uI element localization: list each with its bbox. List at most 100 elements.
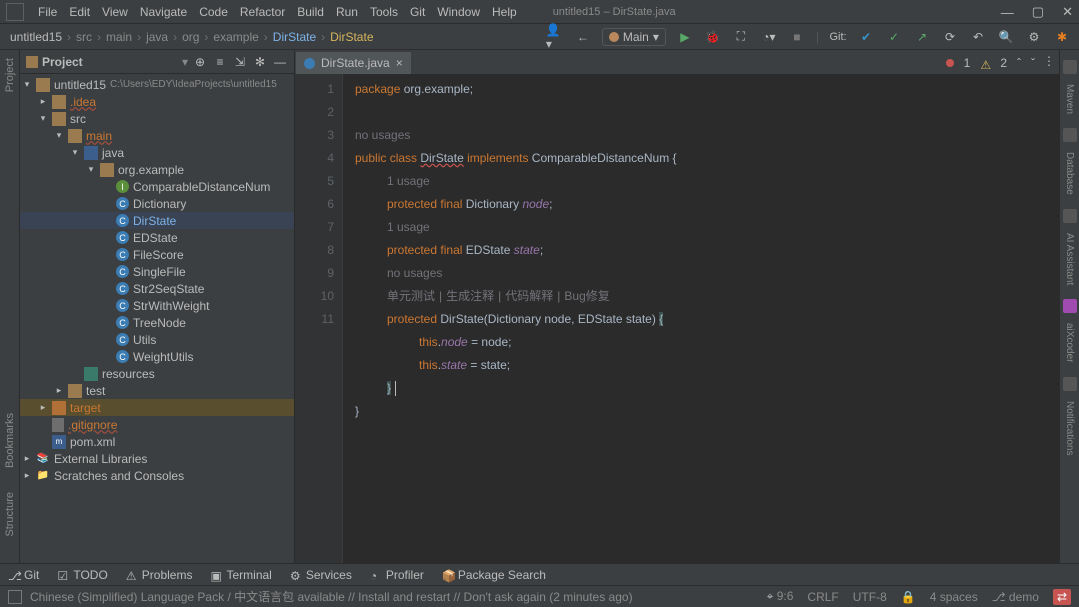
- tree-class[interactable]: CStrWithWeight: [20, 297, 294, 314]
- tree-root[interactable]: ▾untitled15C:\Users\EDY\IdeaProjects\unt…: [20, 76, 294, 93]
- tab-maven[interactable]: Maven: [1064, 80, 1075, 118]
- status-message[interactable]: Chinese (Simplified) Language Pack / 中文语…: [30, 588, 633, 605]
- menu-git[interactable]: Git: [404, 2, 431, 22]
- menu-code[interactable]: Code: [193, 2, 234, 22]
- line-number[interactable]: 6: [295, 193, 334, 216]
- menu-view[interactable]: View: [96, 2, 134, 22]
- crumb-main[interactable]: main: [104, 30, 134, 44]
- status-branch[interactable]: ⎇ demo: [992, 590, 1039, 604]
- tree-idea[interactable]: ▸.idea: [20, 93, 294, 110]
- maven-icon[interactable]: [1063, 60, 1077, 74]
- tree-class[interactable]: IComparableDistanceNum: [20, 178, 294, 195]
- tree-class[interactable]: CSingleFile: [20, 263, 294, 280]
- git-push-icon[interactable]: ↗: [913, 28, 931, 46]
- stop-icon[interactable]: ■: [788, 28, 806, 46]
- menu-refactor[interactable]: Refactor: [234, 2, 291, 22]
- status-encoding[interactable]: UTF-8: [853, 590, 887, 604]
- menu-run[interactable]: Run: [330, 2, 364, 22]
- crumb-java[interactable]: java: [144, 30, 170, 44]
- tree-class[interactable]: CStr2SeqState: [20, 280, 294, 297]
- minimize-icon[interactable]: —: [1001, 5, 1014, 20]
- ai-hint[interactable]: 生成注释: [446, 289, 494, 303]
- tool-profiler[interactable]: ◔Profiler: [370, 568, 424, 582]
- usage-hint[interactable]: no usages: [355, 128, 410, 142]
- tree-resources[interactable]: resources: [20, 365, 294, 382]
- tree-gitignore[interactable]: .gitignore: [20, 416, 294, 433]
- status-position[interactable]: ⌖ 9:6: [767, 589, 794, 604]
- status-readonly-icon[interactable]: 🔒: [901, 590, 916, 604]
- settings-icon[interactable]: ⚙: [1025, 28, 1043, 46]
- tree-main[interactable]: ▾main: [20, 127, 294, 144]
- menu-window[interactable]: Window: [431, 2, 486, 22]
- settings-icon[interactable]: ✻: [252, 54, 268, 70]
- tree-src[interactable]: ▾src: [20, 110, 294, 127]
- collapse-all-icon[interactable]: ⇲: [232, 54, 248, 70]
- tab-aixcoder[interactable]: aiXcoder: [1064, 319, 1075, 366]
- run-config-selector[interactable]: Main ▾: [602, 28, 666, 46]
- crumb-class[interactable]: DirState: [271, 30, 318, 44]
- git-history-icon[interactable]: ⟳: [941, 28, 959, 46]
- tree-class[interactable]: CTreeNode: [20, 314, 294, 331]
- line-number[interactable]: 2: [295, 101, 334, 124]
- status-indent[interactable]: 4 spaces: [930, 590, 978, 604]
- tab-ai-assistant[interactable]: AI Assistant: [1064, 229, 1075, 289]
- project-panel-title[interactable]: Project: [42, 55, 178, 69]
- tree-target[interactable]: ▸target: [20, 399, 294, 416]
- chevron-down-icon[interactable]: ▾: [182, 55, 188, 69]
- search-icon[interactable]: 🔍: [997, 28, 1015, 46]
- menu-file[interactable]: File: [32, 2, 63, 22]
- usage-hint[interactable]: 1 usage: [387, 220, 430, 234]
- line-number[interactable]: 10: [295, 285, 334, 308]
- tree-class-selected[interactable]: CDirState: [20, 212, 294, 229]
- menu-help[interactable]: Help: [486, 2, 523, 22]
- editor-more-icon[interactable]: ⋮: [1043, 54, 1055, 68]
- maximize-icon[interactable]: ▢: [1032, 4, 1044, 20]
- tree-package[interactable]: ▾org.example: [20, 161, 294, 178]
- expand-all-icon[interactable]: ≡: [212, 54, 228, 70]
- menu-tools[interactable]: Tools: [364, 2, 404, 22]
- hide-icon[interactable]: —: [272, 54, 288, 70]
- tree-java[interactable]: ▾java: [20, 144, 294, 161]
- code-area[interactable]: package org.example; no usages public cl…: [343, 74, 1059, 563]
- git-update-icon[interactable]: ✔: [857, 28, 875, 46]
- crumb-src[interactable]: src: [74, 30, 94, 44]
- status-icon[interactable]: [8, 590, 22, 604]
- line-number[interactable]: 7: [295, 216, 334, 239]
- tree-ext-lib[interactable]: ▸📚External Libraries: [20, 450, 294, 467]
- line-number[interactable]: 9: [295, 262, 334, 285]
- user-switch-icon[interactable]: 👤▾: [546, 28, 564, 46]
- line-number[interactable]: 3: [295, 124, 334, 147]
- ai-assistant-icon[interactable]: [1063, 209, 1077, 223]
- tab-notifications[interactable]: Notifications: [1064, 397, 1075, 459]
- menu-build[interactable]: Build: [291, 2, 330, 22]
- tool-todo[interactable]: ☑TODO: [57, 568, 107, 582]
- status-redo-icon[interactable]: ⇄: [1053, 589, 1071, 605]
- tab-bookmarks[interactable]: Bookmarks: [4, 409, 16, 472]
- crumb-method[interactable]: DirState: [328, 30, 375, 44]
- tab-project[interactable]: Project: [4, 54, 16, 96]
- tree-class[interactable]: CUtils: [20, 331, 294, 348]
- tool-terminal[interactable]: ▣Terminal: [210, 568, 271, 582]
- line-number[interactable]: 11: [295, 308, 334, 331]
- plugin-icon[interactable]: ✱: [1053, 28, 1071, 46]
- coverage-icon[interactable]: ⛶: [732, 28, 750, 46]
- tree-test[interactable]: ▸test: [20, 382, 294, 399]
- crumb-example[interactable]: example: [211, 30, 260, 44]
- tool-package-search[interactable]: 📦Package Search: [442, 568, 546, 582]
- tree-scratches[interactable]: ▸📁Scratches and Consoles: [20, 467, 294, 484]
- close-tab-icon[interactable]: ×: [396, 56, 403, 70]
- database-icon[interactable]: [1063, 128, 1077, 142]
- ai-hint[interactable]: 单元测试: [387, 289, 435, 303]
- editor-tab[interactable]: DirState.java ×: [296, 51, 411, 74]
- debug-icon[interactable]: 🐞: [704, 28, 722, 46]
- chevron-down-icon[interactable]: ˇ: [1031, 56, 1035, 70]
- usage-hint[interactable]: 1 usage: [387, 174, 430, 188]
- git-commit-icon[interactable]: ✓: [885, 28, 903, 46]
- status-line-ending[interactable]: CRLF: [807, 590, 838, 604]
- tree-class[interactable]: CDictionary: [20, 195, 294, 212]
- gutter[interactable]: 1 2 3 4 5 6 7 8 9 10 11: [295, 74, 343, 563]
- line-number[interactable]: 4: [295, 147, 334, 170]
- crumb-org[interactable]: org: [180, 30, 201, 44]
- tool-problems[interactable]: ⚠Problems: [126, 568, 193, 582]
- project-tree[interactable]: ▾untitled15C:\Users\EDY\IdeaProjects\unt…: [20, 74, 294, 563]
